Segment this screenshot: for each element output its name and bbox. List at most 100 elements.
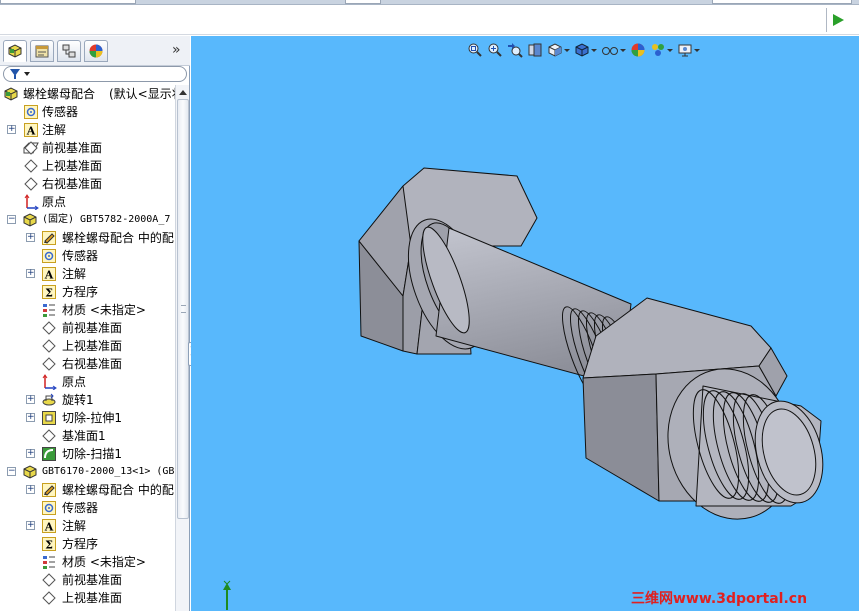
configurationmanager-tab[interactable] <box>57 40 81 62</box>
tree-item[interactable]: 传感器 <box>0 103 175 121</box>
sensor-icon <box>24 105 38 119</box>
expand-icon[interactable]: + <box>26 521 35 530</box>
tree-item[interactable]: Σ 方程序 <box>0 283 175 301</box>
part-icon <box>23 465 37 479</box>
more-tabs-icon[interactable]: » <box>172 42 181 58</box>
tree-item[interactable]: 前视基准面 <box>0 319 175 337</box>
equations-icon: Σ <box>42 537 56 552</box>
mates-icon <box>42 483 56 497</box>
tree-item[interactable]: + A 注解 <box>0 517 175 535</box>
revolve-icon <box>42 393 56 406</box>
svg-text:Σ: Σ <box>45 287 53 300</box>
property-manager-icon <box>35 45 49 58</box>
tree-item[interactable]: 材质 <未指定> <box>0 301 175 319</box>
plane-icon <box>42 429 56 443</box>
plane-icon <box>42 321 56 335</box>
toolbar-separator <box>826 8 827 32</box>
tree-item[interactable]: 前视基准面 <box>0 139 175 157</box>
svg-text:A: A <box>26 125 36 138</box>
tree-item[interactable]: − (固定) GBT5782-2000A_7 <box>0 211 175 229</box>
bolt-nut-model[interactable] <box>191 36 859 611</box>
origin-icon <box>24 194 39 210</box>
tree-scrollbar[interactable] <box>175 85 189 611</box>
material-icon <box>43 556 55 569</box>
scroll-thumb[interactable] <box>177 99 189 519</box>
expand-icon[interactable]: + <box>26 449 35 458</box>
document-tab[interactable] <box>345 0 381 4</box>
appearance-tab[interactable] <box>84 40 108 62</box>
svg-text:Σ: Σ <box>45 539 53 552</box>
axis-triad-icon <box>223 580 231 610</box>
expand-icon[interactable]: + <box>26 413 35 422</box>
expand-icon[interactable]: + <box>26 395 35 404</box>
mates-icon <box>42 231 56 245</box>
part-icon <box>23 213 37 227</box>
tree-item[interactable]: 上视基准面 <box>0 589 175 607</box>
tree-item[interactable]: + A 注解 <box>0 121 175 139</box>
tree-item[interactable]: + 螺栓螺母配合 中的配 <box>0 481 175 499</box>
annotation-icon: A <box>42 519 56 534</box>
tree-root-label: 螺栓螺母配合 <box>23 87 96 101</box>
tree-root[interactable]: 螺栓螺母配合 (默认<显示状 <box>0 85 175 103</box>
sensor-icon <box>42 249 56 263</box>
appearance-icon <box>89 44 103 58</box>
panel-tabs: » <box>0 36 190 66</box>
play-icon[interactable] <box>833 14 844 26</box>
document-tab[interactable] <box>0 0 136 4</box>
expand-icon[interactable]: + <box>7 125 16 134</box>
propertymanager-tab[interactable] <box>30 40 54 62</box>
tree-item[interactable]: 原点 <box>0 193 175 211</box>
plane-icon <box>42 573 56 587</box>
plane-icon <box>24 159 38 173</box>
watermark-text: 三维网www.3dportal.cn <box>631 591 808 607</box>
tree-root-suffix: (默认<显示状 <box>109 87 175 101</box>
plane-icon <box>23 141 39 155</box>
plane-icon <box>42 591 56 605</box>
command-toolbar <box>0 5 859 35</box>
cut-extrude-icon <box>42 411 56 425</box>
svg-text:A: A <box>44 269 54 282</box>
tree-item[interactable]: Σ 方程序 <box>0 535 175 553</box>
tree-item[interactable]: 传感器 <box>0 247 175 265</box>
annotation-icon: A <box>24 123 38 138</box>
feature-tree-icon <box>8 44 22 58</box>
feature-tree: 螺栓螺母配合 (默认<显示状 传感器 + A 注解 前视基准面 上视基准面 右视… <box>0 85 175 611</box>
filter-field[interactable] <box>3 66 187 82</box>
assembly-icon <box>4 87 18 101</box>
collapse-icon[interactable]: − <box>7 467 16 476</box>
tree-item[interactable]: − GBT6170-2000_13<1> (GB <box>0 463 175 481</box>
origin-icon <box>42 374 57 390</box>
tree-item[interactable]: + 旋转1 <box>0 391 175 409</box>
feature-manager-panel: » 螺栓螺母配合 (默认<显示状 传感器 + A 注解 前视基准面 上视基准面 <box>0 36 190 611</box>
tree-item[interactable]: 基准面1 <box>0 427 175 445</box>
tree-item[interactable]: 原点 <box>0 373 175 391</box>
equations-icon: Σ <box>42 285 56 300</box>
scroll-up-icon[interactable] <box>177 86 189 98</box>
tree-item[interactable]: 上视基准面 <box>0 157 175 175</box>
tree-item[interactable]: 传感器 <box>0 499 175 517</box>
expand-icon[interactable]: + <box>26 233 35 242</box>
tree-item[interactable]: 右视基准面 <box>0 175 175 193</box>
featuremanager-tab[interactable] <box>3 40 27 62</box>
expand-icon[interactable]: + <box>26 485 35 494</box>
graphics-viewport[interactable]: 三维网www.3dportal.cn <box>191 36 859 611</box>
material-icon <box>43 304 55 317</box>
tree-item[interactable]: 上视基准面 <box>0 337 175 355</box>
tree-item[interactable]: + 切除-扫描1 <box>0 445 175 463</box>
tree-item[interactable]: 前视基准面 <box>0 571 175 589</box>
tree-item[interactable]: + 螺栓螺母配合 中的配 <box>0 229 175 247</box>
cut-sweep-icon <box>42 447 56 461</box>
document-tab[interactable] <box>712 0 852 4</box>
configuration-manager-icon <box>62 44 76 58</box>
tree-item[interactable]: + 切除-拉伸1 <box>0 409 175 427</box>
tree-item[interactable]: 右视基准面 <box>0 355 175 373</box>
plane-icon <box>42 339 56 353</box>
nut-left-face <box>582 373 660 502</box>
tree-item[interactable]: 材质 <未指定> <box>0 553 175 571</box>
expand-icon[interactable]: + <box>26 269 35 278</box>
sensor-icon <box>42 501 56 515</box>
chevron-down-icon[interactable] <box>24 72 30 76</box>
plane-icon <box>24 177 38 191</box>
collapse-icon[interactable]: − <box>7 215 16 224</box>
tree-item[interactable]: + A 注解 <box>0 265 175 283</box>
